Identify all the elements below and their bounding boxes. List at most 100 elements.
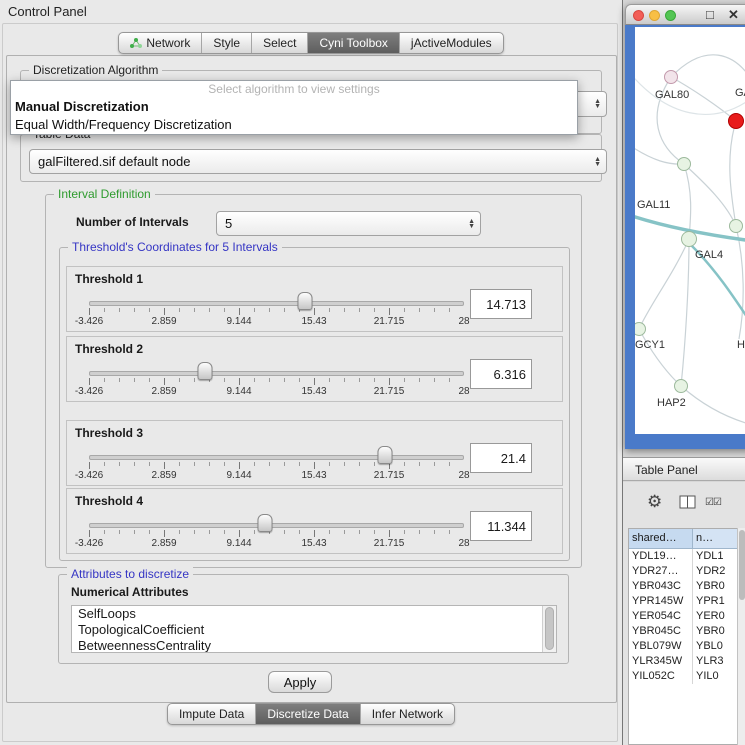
attribute-item[interactable]: BetweennessCentrality	[72, 638, 556, 653]
tab-cyni-toolbox[interactable]: Cyni Toolbox	[308, 33, 399, 53]
slider-thumb[interactable]	[198, 362, 213, 380]
table-row[interactable]: YBL079WYBL0	[629, 639, 737, 654]
table-row[interactable]: YLR345WYLR3	[629, 654, 737, 669]
cell-name[interactable]: YIL0	[693, 669, 737, 684]
cell-name[interactable]: YBL0	[693, 639, 737, 654]
slider-track[interactable]	[89, 301, 464, 306]
network-node-label: GAL11	[637, 199, 670, 211]
network-node-label: GAL80	[655, 89, 689, 101]
table-row[interactable]: YIL052CYIL0	[629, 669, 737, 684]
numerical-attributes-list[interactable]: SelfLoopsTopologicalCoefficientBetweenne…	[71, 605, 557, 653]
table-panel-header[interactable]: Table Panel	[623, 457, 745, 481]
threshold-2-value-field[interactable]: 6.316	[470, 359, 532, 389]
network-node[interactable]	[677, 157, 691, 171]
gear-icon[interactable]: ⚙	[647, 492, 662, 512]
threshold-1-value-field[interactable]: 14.713	[470, 289, 532, 319]
float-button[interactable]: □	[706, 7, 714, 22]
cell-name[interactable]: YPR1	[693, 594, 737, 609]
table-row[interactable]: YDR27…YDR2	[629, 564, 737, 579]
threshold-2-slider[interactable]: -3.4262.8599.14415.4321.71528	[89, 337, 464, 401]
attribute-item[interactable]: SelfLoops	[72, 606, 556, 622]
cell-shared-name[interactable]: YDR27…	[629, 564, 693, 579]
cell-shared-name[interactable]: YIL052C	[629, 669, 693, 684]
scale-tick-label: 28	[458, 316, 469, 327]
network-view-window[interactable]: □ ✕ GAL80GAGAL11GAL4GCY1HAP2H	[625, 4, 745, 449]
slider-thumb[interactable]	[378, 446, 393, 464]
slider-thumb[interactable]	[298, 292, 313, 310]
cell-shared-name[interactable]: YBR045C	[629, 624, 693, 639]
slider-major-ticks	[89, 308, 464, 315]
close-button[interactable]: ✕	[728, 7, 739, 23]
slider-scale: -3.4262.8599.14415.4321.71528	[89, 316, 464, 328]
tab-infer-network[interactable]: Infer Network	[361, 704, 454, 724]
scrollbar-thumb[interactable]	[545, 607, 554, 650]
scale-tick-label: 15.43	[301, 470, 326, 481]
network-node[interactable]	[728, 113, 744, 129]
cell-shared-name[interactable]: YDL19…	[629, 549, 693, 564]
threshold-4-slider[interactable]: -3.4262.8599.14415.4321.71528	[89, 489, 464, 553]
cell-shared-name[interactable]: YPR145W	[629, 594, 693, 609]
network-node[interactable]	[729, 219, 743, 233]
tab-discretize-data[interactable]: Discretize Data	[256, 704, 360, 724]
close-traffic-light[interactable]	[633, 10, 644, 21]
attribute-item[interactable]: TopologicalCoefficient	[72, 622, 556, 638]
scrollbar-thumb[interactable]	[739, 530, 745, 600]
popup-option-equal-width-frequency[interactable]: Equal Width/Frequency Discretization	[11, 116, 577, 134]
cell-shared-name[interactable]: YBR043C	[629, 579, 693, 594]
combo-arrows-icon: ▲▼	[468, 219, 475, 229]
tab-label: jActiveModules	[411, 36, 492, 50]
network-window-titlebar[interactable]: □ ✕	[625, 4, 745, 25]
cell-name[interactable]: YDR2	[693, 564, 737, 579]
cell-name[interactable]: YDL1	[693, 549, 737, 564]
slider-scale: -3.4262.8599.14415.4321.71528	[89, 470, 464, 482]
slider-track[interactable]	[89, 523, 464, 528]
tab-impute-data[interactable]: Impute Data	[168, 704, 256, 724]
column-header-shared-name[interactable]: shared…	[629, 529, 693, 548]
tab-style[interactable]: Style	[202, 33, 252, 53]
threshold-3-slider[interactable]: -3.4262.8599.14415.4321.71528	[89, 421, 464, 485]
tab-network[interactable]: Network	[119, 33, 202, 53]
network-canvas[interactable]: GAL80GAGAL11GAL4GCY1HAP2H	[635, 27, 745, 434]
zoom-traffic-light[interactable]	[665, 10, 676, 21]
table-row[interactable]: YER054CYER0	[629, 609, 737, 624]
attributes-scrollbar[interactable]	[542, 606, 556, 652]
cell-shared-name[interactable]: YER054C	[629, 609, 693, 624]
slider-track[interactable]	[89, 371, 464, 376]
number-of-intervals-combobox[interactable]: 5 ▲▼	[216, 211, 481, 236]
number-of-intervals-label: Number of Intervals	[76, 215, 189, 229]
minimize-traffic-light[interactable]	[649, 10, 660, 21]
table-row[interactable]: YPR145WYPR1	[629, 594, 737, 609]
table-scrollbar[interactable]	[737, 528, 745, 745]
apply-button[interactable]: Apply	[268, 671, 332, 693]
table-row[interactable]: YBR045CYBR0	[629, 624, 737, 639]
popup-option-manual-discretization[interactable]: Manual Discretization	[11, 98, 577, 116]
group-title: Interval Definition	[54, 187, 155, 201]
table-row[interactable]: YBR043CYBR0	[629, 579, 737, 594]
table-toolbar: ⚙ ☑☑	[623, 488, 745, 524]
table-data-combobox[interactable]: galFiltered.sif default node ▲▼	[29, 149, 607, 174]
scale-tick-label: -3.426	[75, 316, 103, 327]
network-node[interactable]	[664, 70, 678, 84]
cell-shared-name[interactable]: YBL079W	[629, 639, 693, 654]
tab-label: Impute Data	[179, 707, 244, 721]
slider-track[interactable]	[89, 455, 464, 460]
column-header-name[interactable]: n…	[693, 529, 737, 548]
cell-name[interactable]: YBR0	[693, 579, 737, 594]
tab-select[interactable]: Select	[252, 33, 308, 53]
cell-name[interactable]: YLR3	[693, 654, 737, 669]
network-node[interactable]	[681, 231, 697, 247]
select-columns-icon[interactable]: ☑☑	[705, 497, 721, 508]
threshold-3-value-field[interactable]: 21.4	[470, 443, 532, 473]
table-row[interactable]: YDL19…YDL1	[629, 549, 737, 564]
cell-name[interactable]: YBR0	[693, 624, 737, 639]
cell-name[interactable]: YER0	[693, 609, 737, 624]
slider-thumb[interactable]	[258, 514, 273, 532]
threshold-1-slider[interactable]: -3.4262.8599.14415.4321.71528	[89, 267, 464, 331]
columns-icon[interactable]	[679, 495, 696, 509]
node-table[interactable]: shared… n… YDL19…YDL1YDR27…YDR2YBR043CYB…	[628, 528, 738, 745]
slider-scale: -3.4262.8599.14415.4321.71528	[89, 386, 464, 398]
cell-shared-name[interactable]: YLR345W	[629, 654, 693, 669]
tab-jactivemodules[interactable]: jActiveModules	[400, 33, 503, 53]
threshold-4-value-field[interactable]: 11.344	[470, 511, 532, 541]
network-node[interactable]	[674, 379, 688, 393]
